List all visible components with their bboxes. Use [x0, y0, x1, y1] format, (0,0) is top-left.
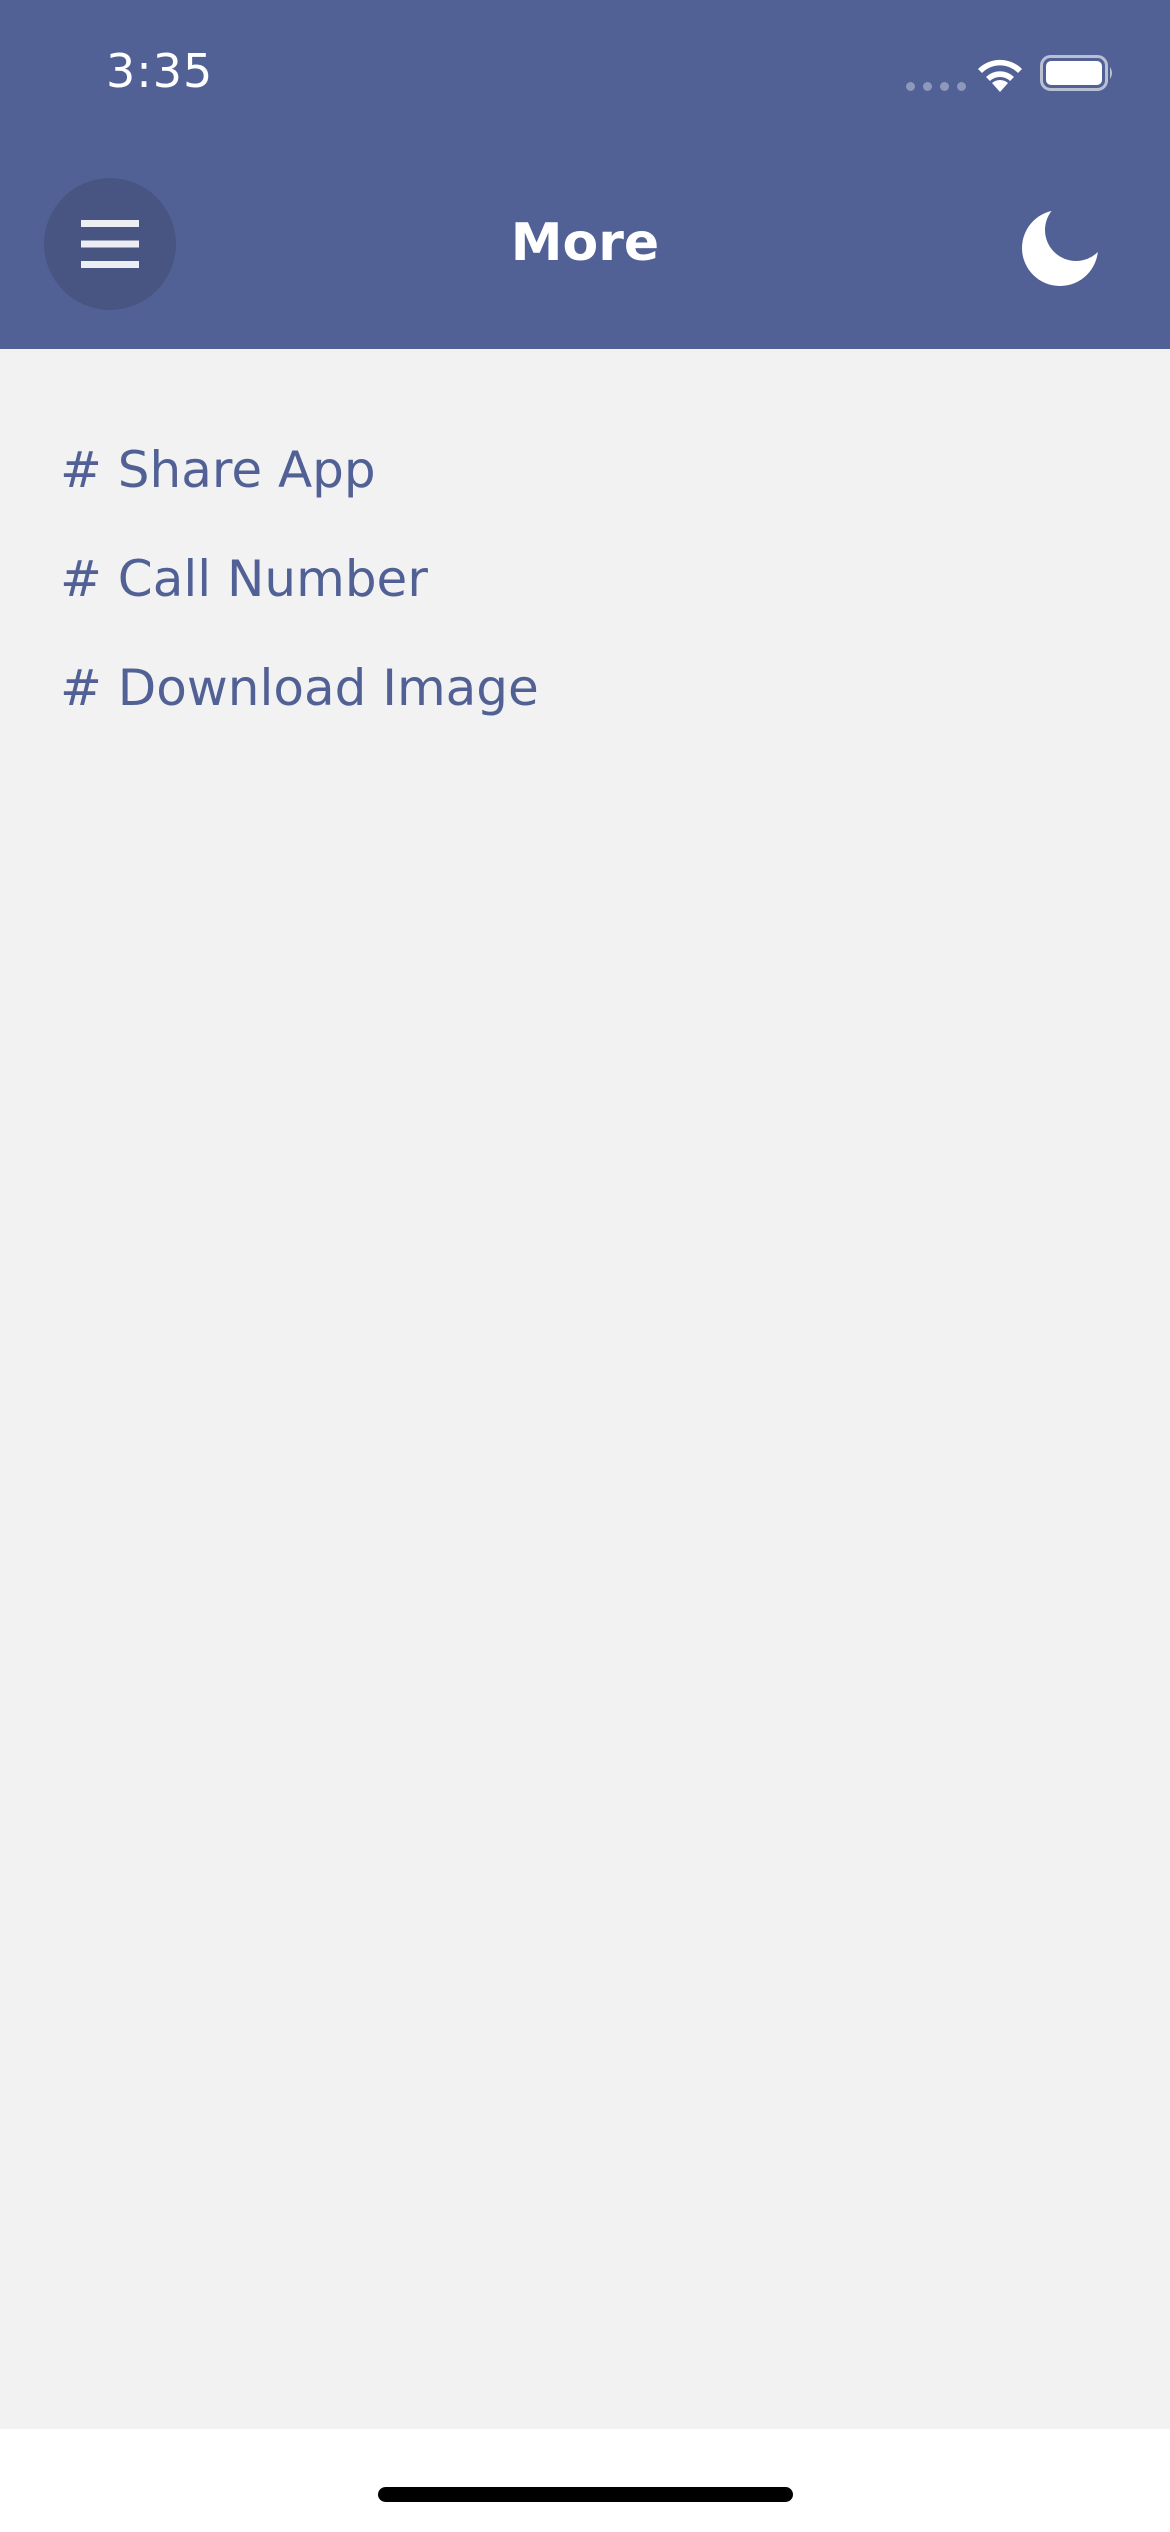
- call-number-link[interactable]: # Call Number: [60, 549, 539, 658]
- more-options-list: # Share App # Call Number # Download Ima…: [60, 440, 539, 767]
- wifi-icon: [978, 59, 1022, 92]
- home-indicator[interactable]: [378, 2487, 793, 2502]
- status-bar-time: 3:35: [106, 44, 214, 98]
- content-area: # Share App # Call Number # Download Ima…: [0, 349, 1170, 2429]
- battery-icon: [1040, 55, 1112, 91]
- moon-icon[interactable]: [1012, 200, 1108, 296]
- cellular-signal-icon: [906, 82, 966, 91]
- download-image-link[interactable]: # Download Image: [60, 658, 539, 767]
- page-title: More: [510, 213, 660, 273]
- bottom-safe-area: [0, 2429, 1170, 2532]
- app-header: 3:35 More: [0, 0, 1170, 349]
- share-app-link[interactable]: # Share App: [60, 440, 539, 549]
